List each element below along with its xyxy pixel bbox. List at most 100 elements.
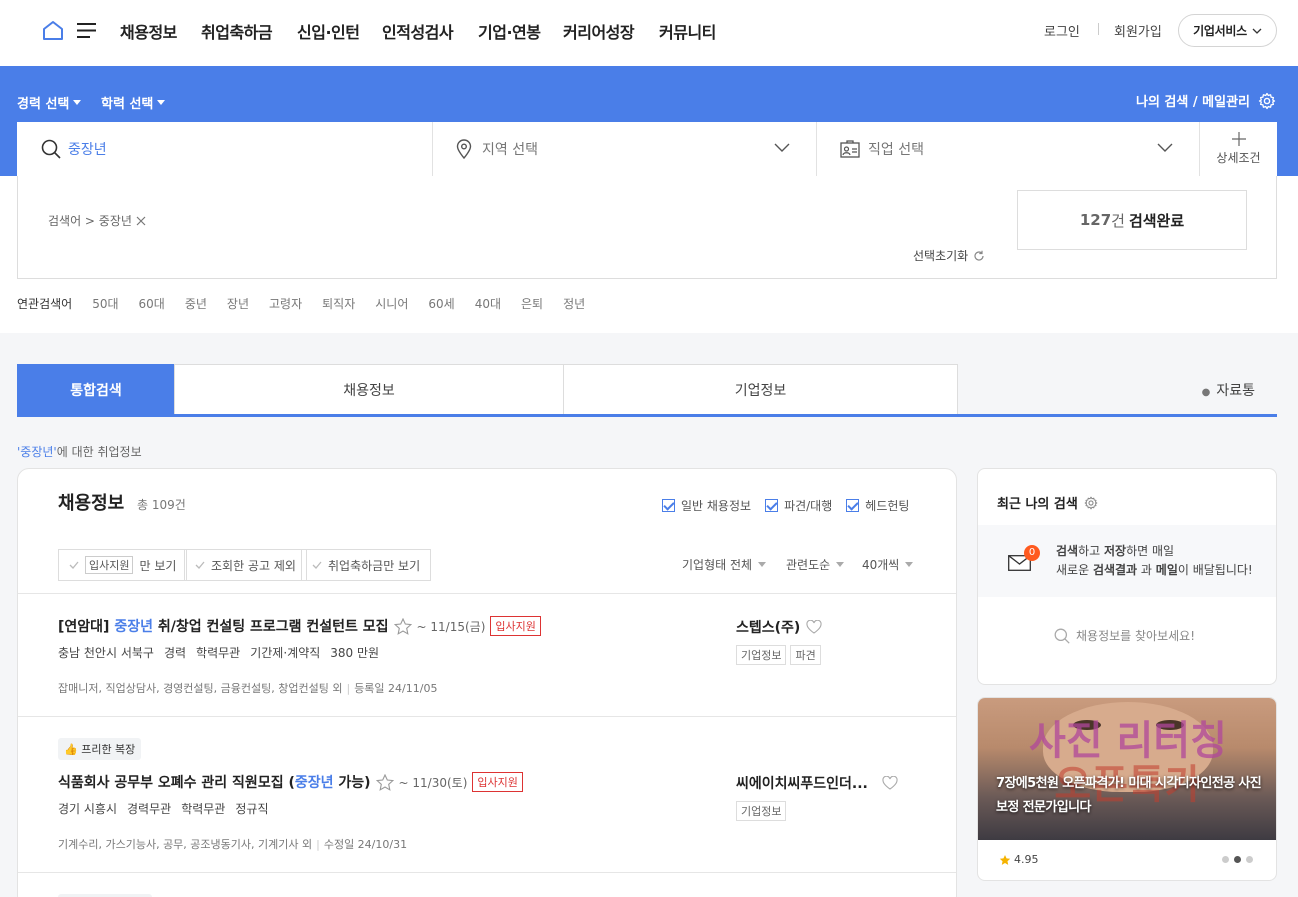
caret-down-icon [73, 100, 82, 105]
company-name[interactable]: 씨에이치씨푸드인더... [736, 773, 868, 793]
nav-menu-intern[interactable]: 신입·인턴 [297, 19, 360, 43]
career-select-label: 경력 선택 [17, 97, 70, 112]
detail-condition-button[interactable]: 상세조건 [1200, 122, 1277, 176]
carousel-dot[interactable] [1246, 856, 1253, 863]
related-term[interactable]: 시니어 [375, 295, 408, 312]
tab-recruit[interactable]: 채용정보 [174, 364, 564, 414]
sort-order-dropdown[interactable]: 관련도순 [786, 556, 845, 573]
hamburger-menu-icon[interactable] [76, 22, 97, 39]
check-dispatch[interactable]: 파견/대행 [765, 497, 832, 514]
benefit-label: 프리한 복장 [81, 743, 136, 756]
detail-condition-label: 상세조건 [1216, 151, 1261, 165]
job-education: 학력무관 [196, 646, 241, 660]
job-placeholder: 직업 선택 [868, 142, 924, 158]
filter-bonus-only[interactable]: 취업축하금만 보기 [301, 549, 432, 581]
related-term[interactable]: 60세 [428, 295, 454, 312]
filter-apply-only[interactable]: 입사지원 만 보기 [58, 549, 188, 581]
tab-data-label: 자료통 [1216, 383, 1255, 399]
job-posting[interactable] [18, 872, 956, 897]
job-deadline: ~ 11/30(토) [398, 775, 468, 790]
region-select[interactable]: 지역 선택 [433, 122, 817, 176]
company-name[interactable]: 스텝스(주) [736, 617, 800, 637]
close-icon[interactable] [136, 216, 146, 226]
job-title[interactable]: 식품회사 공무부 오폐수 관리 직원모집 (중장년 가능) ~ 11/30(토)… [58, 772, 523, 792]
notice-bold: 메일 [1155, 563, 1178, 577]
job-title-text: 식품회사 공무부 오폐수 관리 직원모집 ( [58, 775, 295, 791]
refresh-icon [974, 250, 984, 261]
checkbox-checked-icon [662, 499, 675, 512]
notice-bold: 검색결과 [1092, 563, 1138, 577]
notice-bold: 검색 [1056, 544, 1079, 558]
find-jobs-link[interactable]: 채용정보를 찾아보세요! [1054, 627, 1195, 644]
my-search-link[interactable]: 나의 검색 / 메일관리 [1136, 91, 1276, 110]
job-title[interactable]: [연암대] 중장년 취/창업 컨설팅 프로그램 컨설턴트 모집 ~ 11/15(… [58, 616, 541, 636]
related-term[interactable]: 중년 [185, 295, 207, 312]
related-term[interactable]: 50대 [92, 295, 118, 312]
caret-down-icon [758, 562, 767, 567]
nav-menu-salary[interactable]: 기업·연봉 [478, 19, 541, 43]
login-link[interactable]: 로그인 [1044, 21, 1080, 40]
edu-select-dropdown[interactable]: 학력 선택 [101, 93, 166, 112]
home-icon[interactable] [42, 20, 64, 41]
related-term[interactable]: 은퇴 [521, 295, 543, 312]
tab-company[interactable]: 기업정보 [563, 364, 958, 414]
career-select-dropdown[interactable]: 경력 선택 [17, 93, 82, 112]
apply-badge[interactable]: 입사지원 [472, 772, 523, 792]
nav-menu-bonus[interactable]: 취업축하금 [201, 19, 273, 43]
carousel-dot[interactable] [1222, 856, 1229, 863]
filter-exclude-viewed[interactable]: 조회한 공고 제외 [184, 549, 307, 581]
page-size-dropdown[interactable]: 40개씩 [862, 556, 914, 573]
job-select[interactable]: 직업 선택 [817, 122, 1200, 176]
chevron-down-icon [1252, 28, 1262, 34]
nav-menu-career[interactable]: 커리어성장 [563, 19, 635, 43]
tab-data[interactable]: ● 자료통 [1202, 380, 1255, 400]
company-type-dropdown[interactable]: 기업형태 전체 [682, 556, 767, 573]
related-term[interactable]: 60대 [139, 295, 165, 312]
related-term[interactable]: 고령자 [269, 295, 302, 312]
keyword-field[interactable]: 중장년 [17, 122, 433, 176]
heart-outline-icon[interactable] [882, 776, 898, 790]
recent-search-card: 최근 나의 검색 0 검색하고 저장하면 매일 새로운 검색결과 과 메일이 배… [977, 468, 1277, 685]
ad-headline: 7장에5천원 오픈파격가! 미대 시각디자인전공 사진보정 전문가입니다 [996, 776, 1262, 815]
jobs-title: 채용정보 [58, 493, 125, 514]
carousel-dots [1222, 856, 1253, 863]
star-outline-icon[interactable] [393, 617, 412, 635]
nav-menu-community[interactable]: 커뮤니티 [659, 19, 716, 43]
result-count-box: 127 건 검색완료 [1017, 190, 1247, 250]
gear-icon [1258, 92, 1276, 109]
checkbox-checked-icon [765, 499, 779, 512]
related-term[interactable]: 장년 [227, 295, 249, 312]
gear-icon[interactable] [1084, 496, 1098, 510]
nav-menu-aptitude[interactable]: 인적성검사 [382, 19, 454, 43]
star-outline-icon[interactable] [375, 773, 394, 791]
caret-down-icon [905, 562, 914, 567]
id-card-icon [840, 140, 860, 158]
job-education: 학력무관 [181, 802, 226, 816]
related-term[interactable]: 40대 [475, 295, 501, 312]
check-general[interactable]: 일반 채용정보 [662, 497, 751, 514]
carousel-dot-active[interactable] [1234, 856, 1241, 863]
company-info-tag[interactable]: 기업정보 [736, 801, 787, 821]
job-title-text: [연암대] [58, 619, 115, 635]
company-info-tag[interactable]: 기업정보 [736, 645, 787, 665]
job-sectors: 잡매니저, 직업상담사, 경영컨설팅, 금융컨설팅, 창업컨설팅 외 | 등록일 2… [58, 682, 438, 695]
my-search-label: 나의 검색 / 메일관리 [1135, 95, 1250, 110]
tab-integrated[interactable]: 통합검색 [17, 364, 175, 414]
ad-banner[interactable]: 사진 리터칭 오픈특가 7장에5천원 오픈파격가! 미대 시각디자인전공 사진보… [977, 697, 1277, 881]
heart-outline-icon[interactable] [806, 620, 822, 634]
apply-badge[interactable]: 입사지원 [490, 616, 541, 636]
jobs-total: 총 109건 [137, 498, 186, 512]
reset-button[interactable]: 선택초기화 [913, 247, 985, 264]
check-headhunt[interactable]: 헤드헌팅 [846, 497, 909, 514]
related-term[interactable]: 정년 [563, 295, 585, 312]
signup-link[interactable]: 회원가입 [1114, 21, 1162, 40]
job-posting[interactable]: [연암대] 중장년 취/창업 컨설팅 프로그램 컨설턴트 모집 ~ 11/15(… [18, 593, 956, 716]
job-posting[interactable]: 👍 프리한 복장 식품회사 공무부 오폐수 관리 직원모집 (중장년 가능) ~… [18, 716, 956, 872]
location-pin-icon [456, 139, 472, 159]
related-term[interactable]: 퇴직자 [322, 295, 355, 312]
caret-down-icon [836, 562, 845, 567]
nav-menu-recruit[interactable]: 채용정보 [120, 19, 177, 43]
biz-service-button[interactable]: 기업서비스 [1178, 14, 1277, 47]
notice-text: 검색하고 저장하면 매일 새로운 검색결과 과 메일이 배달됩니다! [1056, 542, 1253, 580]
notice-normal: 새로운 [1056, 563, 1093, 577]
